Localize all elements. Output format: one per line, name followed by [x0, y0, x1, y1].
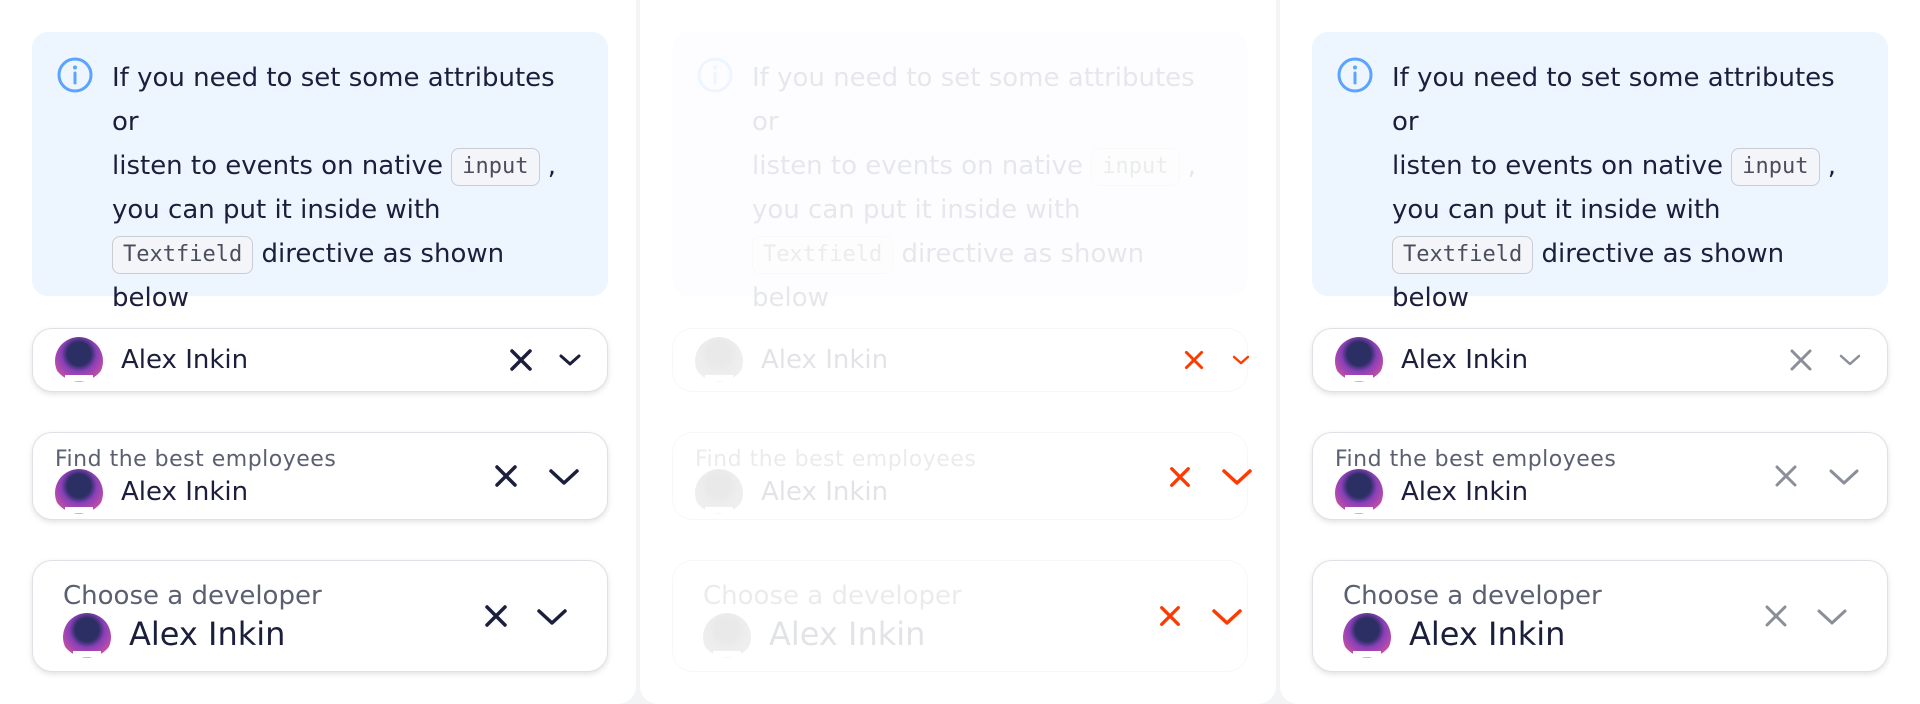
notice-line-5: below — [112, 283, 189, 313]
field-label: Find the best employees — [695, 447, 977, 472]
notice-line-2: listen to events on native input , — [112, 144, 578, 188]
chevron-down-icon[interactable] — [548, 466, 580, 488]
chevron-down-icon[interactable] — [1816, 606, 1848, 628]
code-textfield: Textfield — [112, 235, 254, 274]
combo-box-small[interactable]: Alex Inkin — [672, 328, 1251, 392]
notice-line-4: Textfield directive as shown — [1392, 232, 1858, 276]
close-icon[interactable] — [1183, 349, 1205, 371]
selected-value: Alex Inkin — [761, 477, 889, 507]
chevron-down-icon[interactable] — [1828, 466, 1860, 488]
notice-text: listen to events on native — [112, 151, 444, 181]
notice-line-3: you can put it inside with — [112, 195, 441, 225]
notice-line-1: If you need to set some attributes or — [112, 63, 555, 137]
selected-value: Alex Inkin — [761, 345, 889, 375]
notice-line-4: Textfield directive as shown — [752, 232, 1218, 276]
close-icon[interactable] — [1158, 604, 1182, 628]
close-icon[interactable] — [508, 347, 534, 373]
avatar — [1335, 337, 1383, 385]
demo-column-muted: If you need to set some attributes or li… — [1280, 0, 1920, 704]
avatar — [55, 337, 103, 385]
chevron-down-icon[interactable] — [536, 606, 568, 628]
selected-value: Alex Inkin — [769, 615, 926, 653]
combo-box-small[interactable]: Alex Inkin — [32, 328, 608, 392]
notice-text: listen to events on native — [1392, 151, 1724, 181]
notice-line-4: Textfield directive as shown — [112, 232, 578, 276]
selected-value: Alex Inkin — [1401, 345, 1529, 375]
code-textfield: Textfield — [752, 235, 894, 274]
close-icon[interactable] — [1788, 347, 1814, 373]
selected-value: Alex Inkin — [129, 615, 286, 653]
demo-column-disabled: If you need to set some attributes or li… — [640, 0, 1276, 704]
combo-box-medium[interactable]: Find the best employees Alex Inkin — [1312, 432, 1888, 520]
chevron-down-icon[interactable] — [1838, 351, 1862, 369]
info-icon — [696, 56, 734, 94]
avatar — [695, 469, 743, 517]
info-icon — [56, 56, 94, 94]
close-icon[interactable] — [1168, 465, 1192, 489]
code-input: input — [1091, 147, 1180, 186]
avatar — [695, 337, 743, 385]
chevron-down-icon[interactable] — [1221, 466, 1253, 488]
chevron-down-icon[interactable] — [1211, 606, 1243, 628]
notice-line-3: you can put it inside with — [752, 195, 1081, 225]
code-input: input — [1731, 147, 1820, 186]
selected-value: Alex Inkin — [121, 345, 249, 375]
selected-value: Alex Inkin — [1409, 615, 1566, 653]
field-label: Find the best employees — [55, 447, 337, 472]
notice-line-1: If you need to set some attributes or — [1392, 63, 1835, 137]
close-icon[interactable] — [493, 463, 519, 489]
field-label: Choose a developer — [63, 581, 322, 611]
notice-line-1: If you need to set some attributes or — [752, 63, 1195, 137]
notice-text: , — [1187, 151, 1197, 181]
combo-box-large[interactable]: Choose a developer Alex Inkin — [32, 560, 608, 672]
combo-box-medium[interactable]: Find the best employees Alex Inkin — [672, 432, 1252, 520]
avatar — [703, 613, 751, 661]
code-textfield: Textfield — [1392, 235, 1534, 274]
selected-value: Alex Inkin — [1401, 477, 1529, 507]
selected-value: Alex Inkin — [121, 477, 249, 507]
notice-text: listen to events on native — [752, 151, 1084, 181]
combo-box-large[interactable]: Choose a developer Alex Inkin — [672, 560, 1248, 672]
info-icon — [1336, 56, 1374, 94]
chevron-down-icon[interactable] — [1231, 353, 1251, 367]
avatar — [63, 613, 111, 661]
code-input: input — [451, 147, 540, 186]
info-notice: If you need to set some attributes or li… — [672, 32, 1248, 313]
chevron-down-icon[interactable] — [558, 351, 582, 369]
notice-line-2: listen to events on native input , — [1392, 144, 1858, 188]
demo-column-default: If you need to set some attributes or li… — [0, 0, 636, 704]
close-icon[interactable] — [1763, 603, 1789, 629]
combo-box-small[interactable]: Alex Inkin — [1312, 328, 1888, 392]
info-notice: If you need to set some attributes or li… — [1312, 32, 1888, 313]
avatar — [55, 469, 103, 517]
close-icon[interactable] — [1773, 463, 1799, 489]
notice-text: , — [1827, 151, 1837, 181]
field-label: Choose a developer — [703, 581, 962, 611]
combo-box-large[interactable]: Choose a developer Alex Inkin — [1312, 560, 1888, 672]
avatar — [1343, 613, 1391, 661]
field-label: Find the best employees — [1335, 447, 1617, 472]
notice-line-5: below — [752, 283, 829, 313]
notice-text: directive as shown — [261, 239, 505, 269]
notice-text: directive as shown — [1541, 239, 1785, 269]
close-icon[interactable] — [483, 603, 509, 629]
field-label: Choose a developer — [1343, 581, 1602, 611]
notice-text: , — [547, 151, 557, 181]
notice-text: directive as shown — [901, 239, 1145, 269]
notice-line-5: below — [1392, 283, 1469, 313]
combo-box-medium[interactable]: Find the best employees Alex Inkin — [32, 432, 608, 520]
info-notice: If you need to set some attributes or li… — [32, 32, 608, 313]
notice-line-3: you can put it inside with — [1392, 195, 1721, 225]
notice-line-2: listen to events on native input , — [752, 144, 1218, 188]
avatar — [1335, 469, 1383, 517]
